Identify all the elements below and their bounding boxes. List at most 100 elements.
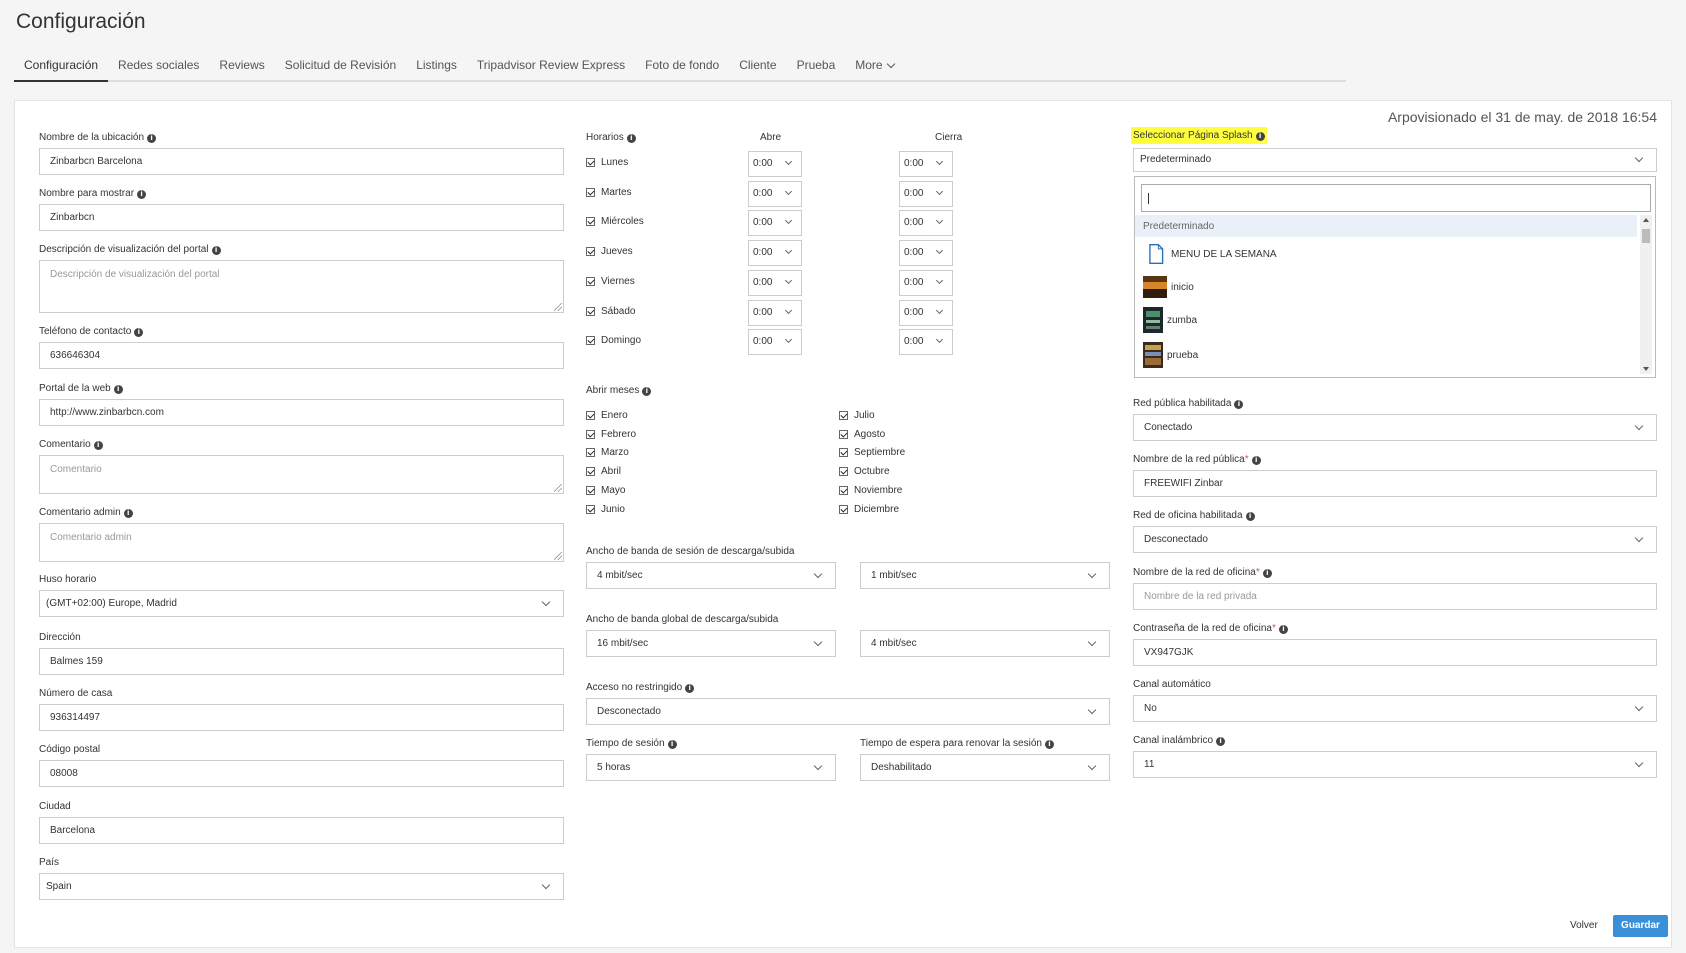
tab-cliente[interactable]: Cliente: [729, 54, 786, 82]
day-checkbox[interactable]: Lunes: [586, 157, 628, 168]
scrollbar-thumb[interactable]: [1642, 229, 1650, 243]
info-icon: i: [1245, 512, 1255, 521]
postal-code-input[interactable]: 08008: [39, 760, 564, 787]
admin-comment-textarea[interactable]: Comentario admin: [39, 523, 564, 562]
close-time-select[interactable]: 0:00: [899, 151, 953, 177]
close-time-value: 0:00: [904, 276, 924, 288]
office-password-label: Contraseña de la red de oficina* i: [1133, 623, 1288, 634]
office-password-input[interactable]: VX947GJK: [1133, 639, 1657, 666]
open-time-select[interactable]: 0:00: [748, 210, 802, 237]
chevron-down-icon: [813, 637, 823, 647]
portal-description-textarea[interactable]: Descripción de visualización del portal: [39, 260, 564, 313]
month-checkbox[interactable]: Noviembre: [839, 485, 902, 496]
close-time-select[interactable]: 0:00: [899, 210, 953, 237]
dropdown-scrollbar[interactable]: [1640, 215, 1652, 374]
tab-tripadvisor[interactable]: Tripadvisor Review Express: [467, 54, 635, 82]
tab-foto-fondo[interactable]: Foto de fondo: [635, 54, 729, 82]
day-checkbox[interactable]: Domingo: [586, 335, 641, 346]
open-time-select[interactable]: 0:00: [748, 269, 802, 296]
resize-handle-icon[interactable]: [554, 552, 562, 560]
public-net-name-input[interactable]: FREEWIFI Zinbar: [1133, 470, 1657, 497]
phone-input[interactable]: 636646304: [39, 342, 564, 369]
tab-solicitud-revision[interactable]: Solicitud de Revisión: [275, 54, 406, 82]
country-select[interactable]: Spain: [39, 873, 564, 900]
month-checkbox[interactable]: Septiembre: [839, 447, 905, 458]
day-checkbox[interactable]: Miércoles: [586, 216, 644, 227]
office-net-enabled-select[interactable]: Desconectado: [1133, 526, 1657, 553]
splash-option[interactable]: Predeterminado: [1135, 215, 1637, 237]
wireless-channel-select[interactable]: 11: [1133, 751, 1657, 778]
session-time-select[interactable]: 5 horas: [586, 754, 836, 781]
open-time-select[interactable]: 0:00: [748, 180, 802, 207]
close-time-select[interactable]: 0:00: [899, 329, 953, 356]
month-checkbox[interactable]: Mayo: [586, 485, 625, 496]
tab-prueba[interactable]: Prueba: [787, 54, 846, 82]
scroll-up-icon[interactable]: [1643, 218, 1649, 222]
global-bw-up-select[interactable]: 4 mbit/sec: [860, 630, 1110, 657]
splash-option[interactable]: prueba: [1135, 340, 1637, 370]
house-number-input[interactable]: 936314497: [39, 704, 564, 731]
renew-wait-select[interactable]: Deshabilitado: [860, 754, 1110, 781]
day-checkbox[interactable]: Viernes: [586, 276, 635, 287]
save-button[interactable]: Guardar: [1613, 915, 1668, 937]
resize-handle-icon[interactable]: [554, 484, 562, 492]
web-portal-input[interactable]: http://www.zinbarbcn.com: [39, 399, 564, 426]
session-time-value: 5 horas: [597, 762, 631, 773]
day-checkbox[interactable]: Jueves: [586, 246, 633, 257]
chevron-down-icon: [935, 276, 944, 284]
month-checkbox[interactable]: Junio: [586, 504, 625, 515]
tab-reviews[interactable]: Reviews: [209, 54, 274, 82]
address-input[interactable]: Balmes 159: [39, 648, 564, 675]
postal-code-label: Código postal: [39, 744, 101, 755]
chevron-down-icon: [1634, 702, 1644, 712]
month-checkbox[interactable]: Agosto: [839, 429, 885, 440]
scroll-down-icon[interactable]: [1643, 367, 1649, 371]
office-net-name-input[interactable]: Nombre de la red privada: [1133, 583, 1657, 610]
open-time-select[interactable]: 0:00: [748, 299, 802, 326]
timezone-value: (GMT+02:00) Europe, Madrid: [46, 598, 177, 609]
city-input[interactable]: Barcelona: [39, 817, 564, 844]
day-checkbox[interactable]: Martes: [586, 187, 632, 198]
global-bw-down-select[interactable]: 16 mbit/sec: [586, 630, 836, 657]
tab-more[interactable]: More: [845, 54, 903, 82]
open-time-select[interactable]: 0:00: [748, 151, 802, 177]
month-checkbox[interactable]: Octubre: [839, 466, 890, 477]
close-time-select[interactable]: 0:00: [899, 299, 953, 326]
month-checkbox[interactable]: Diciembre: [839, 504, 899, 515]
auto-channel-select[interactable]: No: [1133, 695, 1657, 722]
resize-handle-icon[interactable]: [554, 303, 562, 311]
month-checkbox[interactable]: Marzo: [586, 447, 629, 458]
open-time-select[interactable]: 0:00: [748, 240, 802, 267]
tab-redes-sociales[interactable]: Redes sociales: [108, 54, 209, 82]
admin-comment-label: Comentario admin i: [39, 507, 133, 518]
tab-configuracion[interactable]: Configuración: [14, 54, 109, 82]
comment-textarea[interactable]: Comentario: [39, 455, 564, 494]
public-net-enabled-select[interactable]: Conectado: [1133, 414, 1657, 441]
display-name-input[interactable]: Zinbarbcn: [39, 204, 564, 231]
splash-select[interactable]: Predeterminado: [1133, 148, 1657, 172]
month-checkbox[interactable]: Julio: [839, 410, 875, 421]
timezone-select[interactable]: (GMT+02:00) Europe, Madrid: [39, 590, 564, 617]
close-time-select[interactable]: 0:00: [899, 240, 953, 267]
month-checkbox[interactable]: Abril: [586, 466, 621, 477]
info-icon: i: [667, 740, 677, 749]
day-checkbox[interactable]: Sábado: [586, 306, 635, 317]
splash-search-input[interactable]: [1141, 184, 1651, 212]
splash-option[interactable]: MENU DE LA SEMANA: [1135, 239, 1637, 269]
wireless-channel-label: Canal inalámbrico i: [1133, 735, 1226, 746]
back-button[interactable]: Volver: [1562, 915, 1606, 937]
open-time-select[interactable]: 0:00: [748, 329, 802, 356]
close-time-select[interactable]: 0:00: [899, 269, 953, 296]
chevron-down-icon: [784, 276, 793, 284]
month-checkbox[interactable]: Enero: [586, 410, 628, 421]
session-bw-down-select[interactable]: 4 mbit/sec: [586, 562, 836, 589]
renew-wait-label: Tiempo de espera para renovar la sesión i: [860, 738, 1054, 749]
splash-option[interactable]: zumba: [1135, 305, 1637, 335]
month-checkbox[interactable]: Febrero: [586, 429, 636, 440]
unrestricted-select[interactable]: Desconectado: [586, 698, 1110, 725]
close-time-select[interactable]: 0:00: [899, 180, 953, 207]
splash-option[interactable]: inicio: [1135, 272, 1637, 302]
location-name-input[interactable]: Zinbarbcn Barcelona: [39, 148, 564, 175]
session-bw-up-select[interactable]: 1 mbit/sec: [860, 562, 1110, 589]
tab-listings[interactable]: Listings: [406, 54, 467, 82]
